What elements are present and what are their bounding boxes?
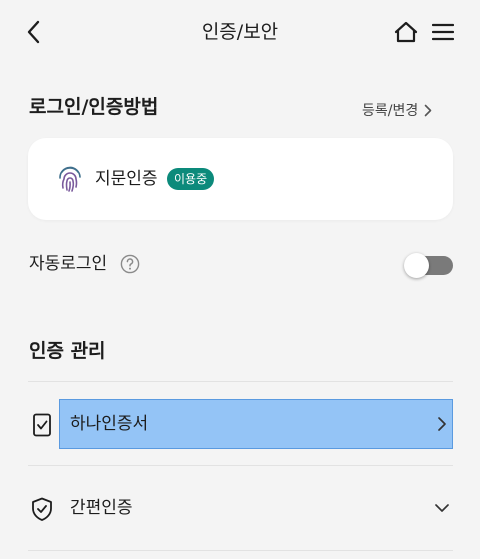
list-item-hana-certificate[interactable]: 하나인증서 <box>28 400 453 448</box>
question-circle-icon[interactable] <box>120 254 140 274</box>
chevron-right-icon <box>438 417 446 431</box>
toggle-knob <box>404 253 429 278</box>
auto-login-toggle[interactable] <box>404 253 453 278</box>
auto-login-label: 자동로그인 <box>29 254 108 274</box>
home-icon <box>394 21 418 43</box>
home-button[interactable] <box>392 18 420 46</box>
divider <box>28 465 453 466</box>
register-change-label: 등록/변경 <box>362 103 419 119</box>
auth-management-heading: 인증 관리 <box>29 340 106 362</box>
login-method-heading: 로그인/인증방법 <box>29 96 159 118</box>
list-item-simple-auth[interactable]: 간편인증 <box>28 484 453 532</box>
check-badge-icon <box>33 413 51 437</box>
chevron-right-icon <box>424 104 432 116</box>
menu-button[interactable] <box>429 18 457 46</box>
simple-auth-label: 간편인증 <box>70 498 133 518</box>
divider <box>28 550 453 551</box>
register-change-link[interactable]: 등록/변경 <box>362 98 432 122</box>
hana-certificate-label: 하나인증서 <box>70 414 149 434</box>
fingerprint-icon <box>59 166 81 192</box>
hamburger-menu-icon <box>432 23 454 41</box>
divider <box>28 381 453 382</box>
fingerprint-method-label: 지문인증 <box>95 169 158 189</box>
chevron-down-icon <box>435 504 449 512</box>
in-use-badge: 이용중 <box>167 168 215 190</box>
shield-check-icon <box>32 497 52 521</box>
auth-method-card[interactable] <box>28 138 453 220</box>
top-bar: 인증/보안 <box>0 0 480 64</box>
